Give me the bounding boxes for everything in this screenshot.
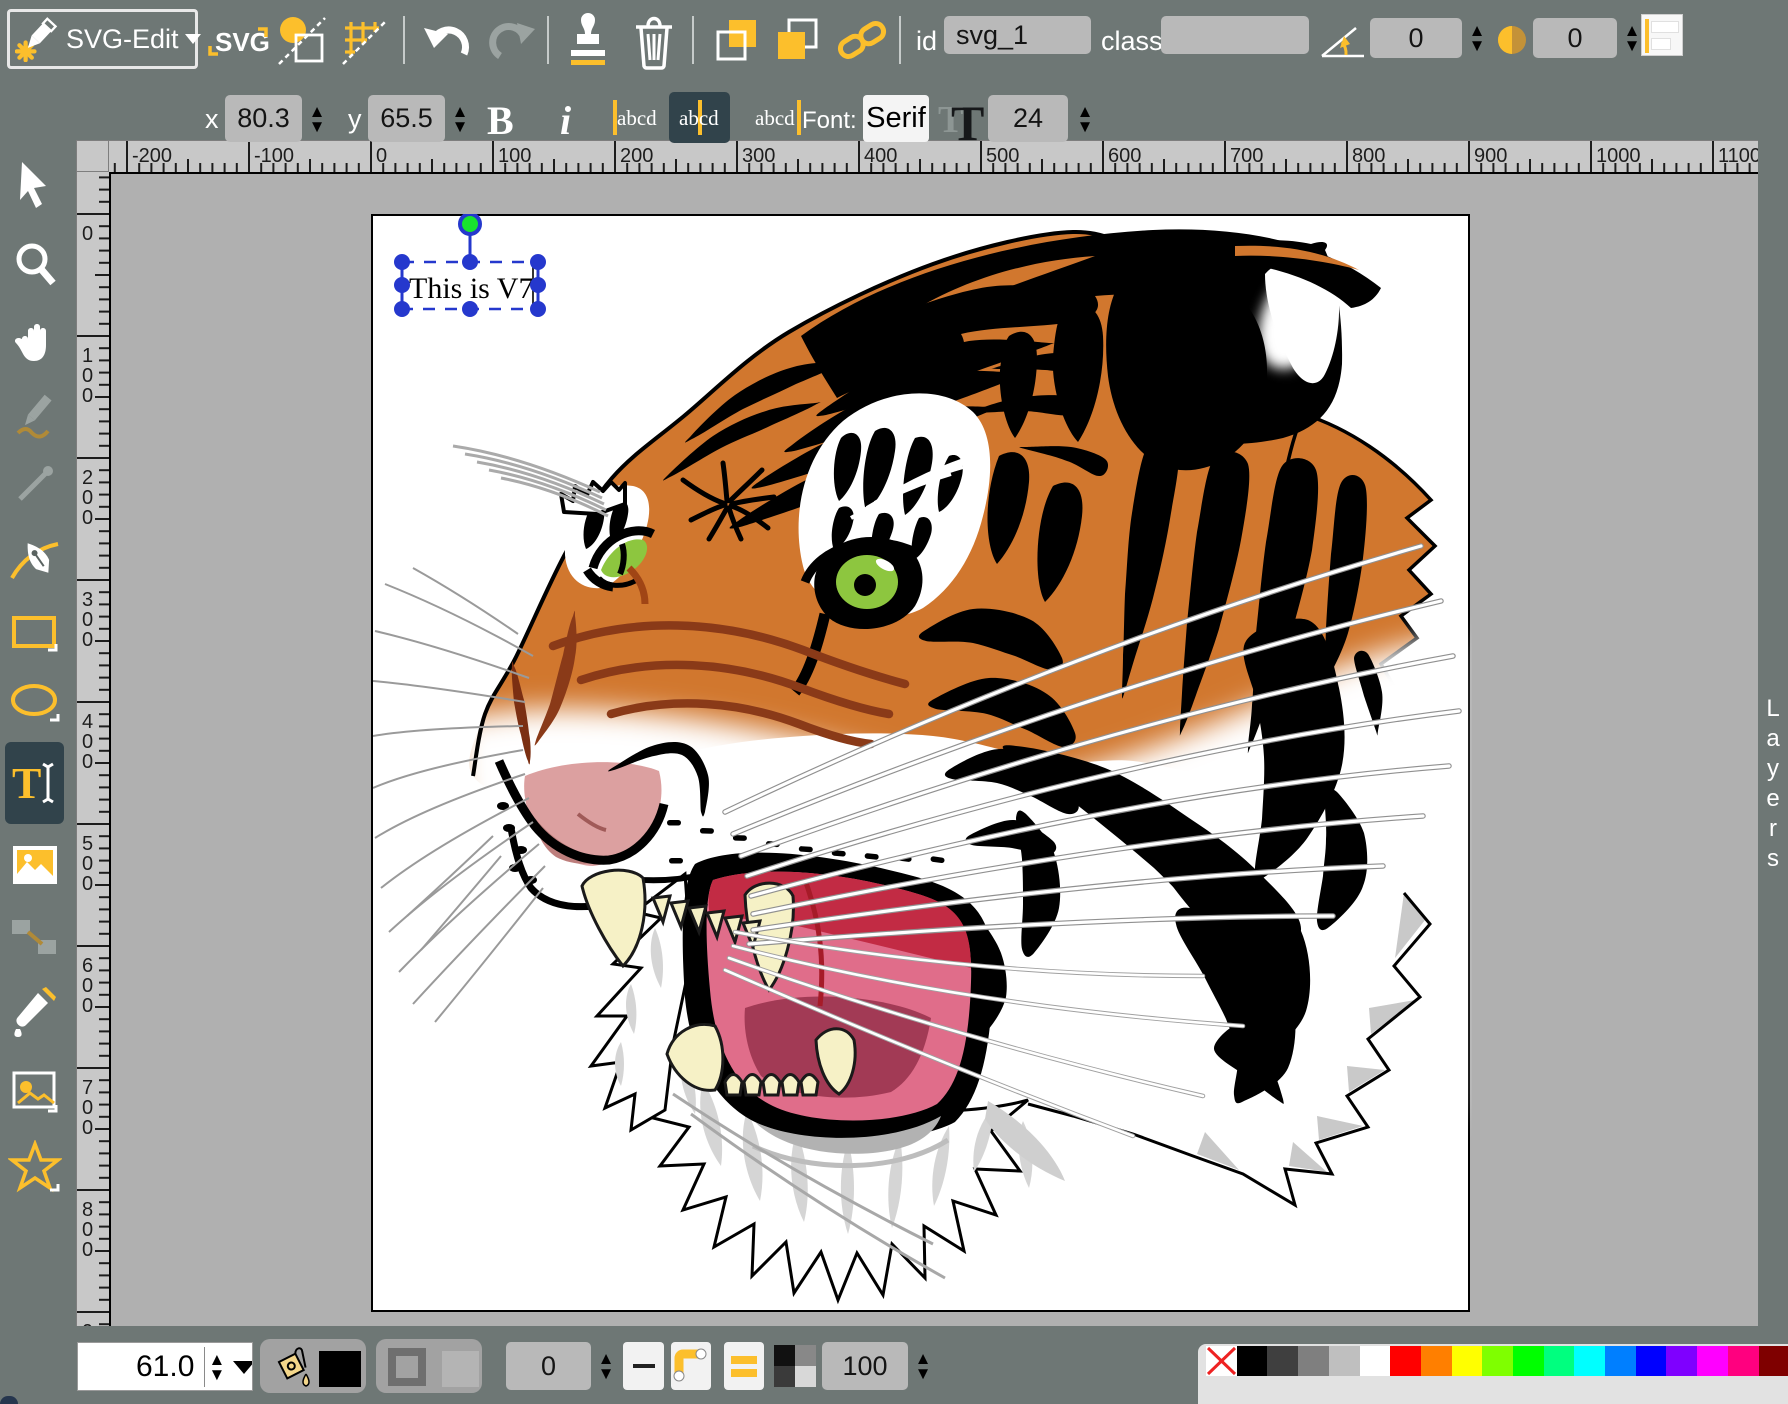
svg-text:1000: 1000 — [1596, 145, 1641, 167]
svg-text:0: 0 — [82, 609, 93, 631]
svg-text:0: 0 — [82, 385, 93, 407]
svg-text:8: 8 — [82, 1199, 93, 1221]
svg-text:SVG: SVG — [215, 27, 270, 57]
svg-text:-100: -100 — [254, 145, 294, 167]
svg-text:2: 2 — [82, 467, 93, 489]
svg-text:T: T — [951, 95, 984, 144]
svg-text:0: 0 — [82, 1219, 93, 1241]
svg-text:400: 400 — [864, 145, 897, 167]
svg-text:0: 0 — [82, 975, 93, 997]
svg-text:1100: 1100 — [1718, 145, 1758, 167]
svg-text:300: 300 — [742, 145, 775, 167]
svg-text:0: 0 — [82, 487, 93, 509]
svg-text:0: 0 — [82, 751, 93, 773]
svg-text:0: 0 — [82, 731, 93, 753]
svg-text:700: 700 — [1230, 145, 1263, 167]
svg-text:800: 800 — [1352, 145, 1385, 167]
svg-text:-200: -200 — [132, 145, 172, 167]
svg-text:0: 0 — [82, 1239, 93, 1261]
svg-text:100: 100 — [498, 145, 531, 167]
svg-text:0: 0 — [82, 365, 93, 387]
svg-text:900: 900 — [1474, 145, 1507, 167]
svg-text:5: 5 — [82, 833, 93, 855]
svg-text:600: 600 — [1108, 145, 1141, 167]
svg-text:0: 0 — [82, 853, 93, 875]
svg-text:500: 500 — [986, 145, 1019, 167]
svg-text:0: 0 — [82, 873, 93, 895]
svg-text:0: 0 — [376, 145, 387, 167]
svg-text:4: 4 — [82, 711, 93, 733]
svg-text:0: 0 — [82, 629, 93, 651]
svg-text:6: 6 — [82, 955, 93, 977]
svg-text:7: 7 — [82, 1077, 93, 1099]
svg-text:0: 0 — [82, 995, 93, 1017]
svg-text:0: 0 — [82, 1117, 93, 1139]
svg-text:9: 9 — [82, 1321, 93, 1326]
svg-text:1: 1 — [82, 345, 93, 367]
svg-text:200: 200 — [620, 145, 653, 167]
svg-text:0: 0 — [82, 507, 93, 529]
svg-text:0: 0 — [82, 223, 93, 245]
svg-text:0: 0 — [82, 1097, 93, 1119]
svg-text:3: 3 — [82, 589, 93, 611]
svg-text:T: T — [12, 759, 41, 808]
